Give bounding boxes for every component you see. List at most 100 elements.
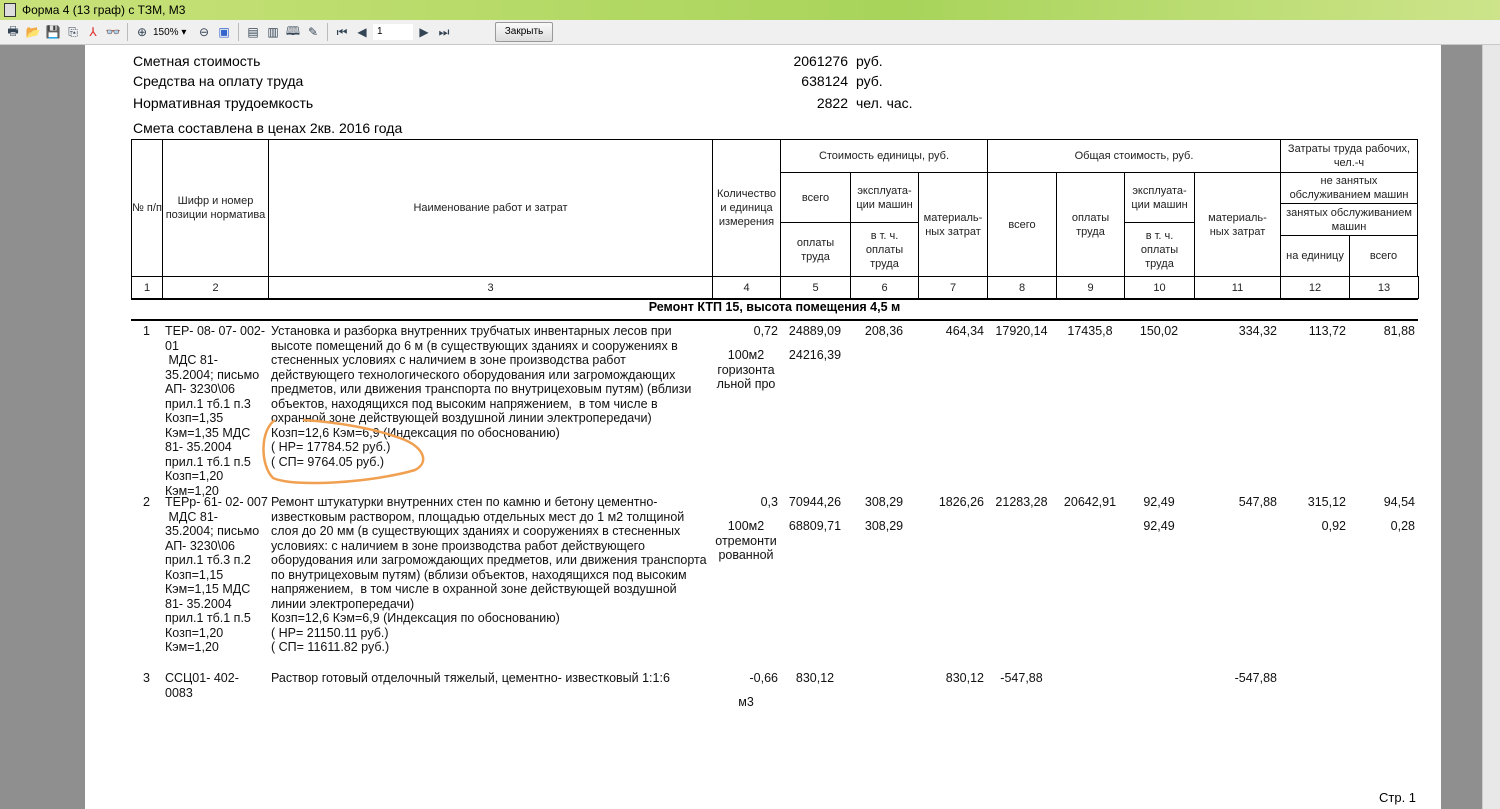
summary-unit: чел. час. bbox=[856, 95, 913, 111]
column-number: 5 bbox=[780, 276, 851, 299]
cell-c12: 113,72 bbox=[1308, 324, 1346, 338]
pdf-icon[interactable]: ⅄ bbox=[84, 23, 102, 41]
cell-qty-group: 0,72 100м2 горизонта льной про bbox=[714, 324, 778, 392]
cell-c10-group: 150,02 bbox=[1127, 324, 1191, 348]
first-page-icon[interactable]: ⏮ bbox=[333, 23, 351, 41]
open-folder-icon[interactable]: 📂 bbox=[24, 23, 42, 41]
print-icon[interactable]: 🖶 bbox=[4, 23, 22, 41]
table-divider bbox=[131, 319, 1418, 321]
vertical-scrollbar[interactable] bbox=[1482, 45, 1500, 809]
cell-qty-group: 0,3 100м2 отремонти рованной bbox=[714, 495, 778, 563]
export-icon[interactable]: ⎘ bbox=[64, 23, 82, 41]
cell-c10: 92,49 bbox=[1143, 495, 1175, 509]
header-unit-cost: Стоимость единицы, руб. bbox=[780, 139, 988, 173]
window-title: Форма 4 (13 граф) с ТЗМ, М3 bbox=[22, 3, 186, 17]
column-number: 13 bbox=[1349, 276, 1419, 299]
cell-c9: 20642,91 bbox=[1063, 495, 1117, 509]
zoom-select[interactable]: 150% ▾ bbox=[153, 27, 193, 38]
header-labor: Затраты труда рабочих, чел.-ч bbox=[1280, 139, 1418, 173]
prices-note: Смета составлена в ценах 2кв. 2016 года bbox=[133, 120, 403, 136]
header-qty: Количество и единица измерения bbox=[712, 139, 781, 277]
multi-page-icon[interactable]: ▥ bbox=[264, 23, 282, 41]
header-incl-wages: в т. ч. оплаты труда bbox=[1124, 222, 1195, 277]
header-num: № п/п bbox=[131, 139, 163, 277]
cell-c10: 150,02 bbox=[1139, 324, 1179, 338]
summary-value: 2822 bbox=[816, 95, 848, 111]
save-icon[interactable]: 💾 bbox=[44, 23, 62, 41]
summary-unit: руб. bbox=[856, 53, 883, 69]
close-button[interactable]: Закрыть bbox=[495, 22, 553, 42]
cell-c10b: 92,49 bbox=[1143, 519, 1175, 533]
cell-c12-group bbox=[1283, 671, 1346, 681]
cell-unit: м3 bbox=[738, 695, 754, 709]
toolbar: 🖶 📂 💾 ⎘ ⅄ 👓 ⊕ 150% ▾ ⊖ ▣ ▤ ▥ 🕮 ✎ ⏮ ◀ 1 ▶… bbox=[0, 20, 1500, 45]
annotation-circle bbox=[262, 418, 425, 485]
cell-c13-group: 81,88 bbox=[1352, 324, 1415, 348]
header-name: Наименование работ и затрат bbox=[268, 139, 713, 277]
cell-c7: 464,34 bbox=[945, 324, 984, 338]
cell-c5: 70944,26 bbox=[788, 495, 842, 509]
cell-qty: 0,3 bbox=[760, 495, 778, 509]
cell-c13-group bbox=[1352, 671, 1415, 681]
header-materials: материаль-ных затрат bbox=[1194, 172, 1281, 277]
cell-c8: 17920,14 bbox=[995, 324, 1048, 338]
cell-c12-group: 113,72 bbox=[1283, 324, 1346, 348]
page-number-input[interactable]: 1 bbox=[373, 24, 413, 40]
column-number: 7 bbox=[918, 276, 988, 299]
edit-page-icon[interactable]: ✎ bbox=[304, 23, 322, 41]
cell-c7: 1826,26 bbox=[938, 495, 984, 509]
cell-c12b: 0,92 bbox=[1321, 519, 1346, 533]
find-icon[interactable]: 👓 bbox=[104, 23, 122, 41]
column-number: 10 bbox=[1124, 276, 1195, 299]
column-number: 1 bbox=[131, 276, 163, 299]
cell-n: 2 bbox=[143, 495, 150, 509]
cell-c12-group: 315,12 0,92 bbox=[1283, 495, 1346, 534]
column-number: 8 bbox=[987, 276, 1057, 299]
next-page-icon[interactable]: ▶ bbox=[415, 23, 433, 41]
cell-c5-group: 24889,09 24216,39 bbox=[783, 324, 847, 363]
cell-c5b: 68809,71 bbox=[788, 519, 842, 533]
single-page-icon[interactable]: ▤ bbox=[244, 23, 262, 41]
cell-c5b: 24216,39 bbox=[788, 348, 842, 362]
header-incl-wages: в т. ч. оплаты труда bbox=[850, 222, 919, 277]
prev-page-icon[interactable]: ◀ bbox=[353, 23, 371, 41]
column-number: 3 bbox=[268, 276, 713, 299]
section-title: Ремонт КТП 15, высота помещения 4,5 м bbox=[648, 300, 901, 314]
column-number: 6 bbox=[850, 276, 919, 299]
toolbar-separator bbox=[127, 23, 128, 41]
cell-c13-group: 94,54 0,28 bbox=[1352, 495, 1415, 534]
header-wages: оплаты труда bbox=[780, 222, 851, 277]
header-total-cost: Общая стоимость, руб. bbox=[987, 139, 1281, 173]
summary-unit: руб. bbox=[856, 73, 883, 89]
zoom-in-icon[interactable]: ⊕ bbox=[133, 23, 151, 41]
toolbar-separator bbox=[327, 23, 328, 41]
cell-unit: 100м2 отремонти рованной bbox=[715, 519, 777, 562]
book-view-icon[interactable]: 🕮 bbox=[284, 23, 302, 41]
cell-c11: 334,32 bbox=[1238, 324, 1277, 338]
cell-c6-group: 308,29 308,29 bbox=[853, 495, 915, 534]
header-machines: эксплуата-ции машин bbox=[850, 172, 919, 223]
fit-page-icon[interactable]: ▣ bbox=[215, 23, 233, 41]
cell-c11: 547,88 bbox=[1238, 495, 1277, 509]
cell-c6: 208,36 bbox=[864, 324, 904, 338]
cell-c13: 94,54 bbox=[1383, 495, 1415, 509]
zoom-out-icon[interactable]: ⊖ bbox=[195, 23, 213, 41]
summary-value: 638124 bbox=[801, 73, 848, 89]
header-code: Шифр и номер позиции норматива bbox=[162, 139, 269, 277]
cell-c5: 24889,09 bbox=[788, 324, 842, 338]
column-number: 11 bbox=[1194, 276, 1281, 299]
summary-label: Сметная стоимость bbox=[133, 53, 261, 69]
cell-c6b: 308,29 bbox=[864, 519, 904, 533]
cell-code: ТЕРр- 61- 02- 007 МДС 81- 35.2004; письм… bbox=[165, 495, 268, 654]
cell-unit: 100м2 горизонта льной про bbox=[716, 348, 776, 391]
cell-code: ССЦ01- 402- 0083 bbox=[165, 671, 243, 700]
column-number: 12 bbox=[1280, 276, 1350, 299]
cell-qty: -0,66 bbox=[749, 671, 779, 685]
last-page-icon[interactable]: ⏭ bbox=[435, 23, 453, 41]
cell-c5-group: 70944,26 68809,71 bbox=[783, 495, 847, 534]
cell-c9: 17435,8 bbox=[1067, 324, 1113, 338]
cell-n: 1 bbox=[143, 324, 150, 338]
summary-value: 2061276 bbox=[793, 53, 848, 69]
cell-code: ТЕР- 08- 07- 002- 01 МДС 81- 35.2004; пи… bbox=[165, 324, 266, 498]
cell-c6-group bbox=[853, 671, 915, 681]
